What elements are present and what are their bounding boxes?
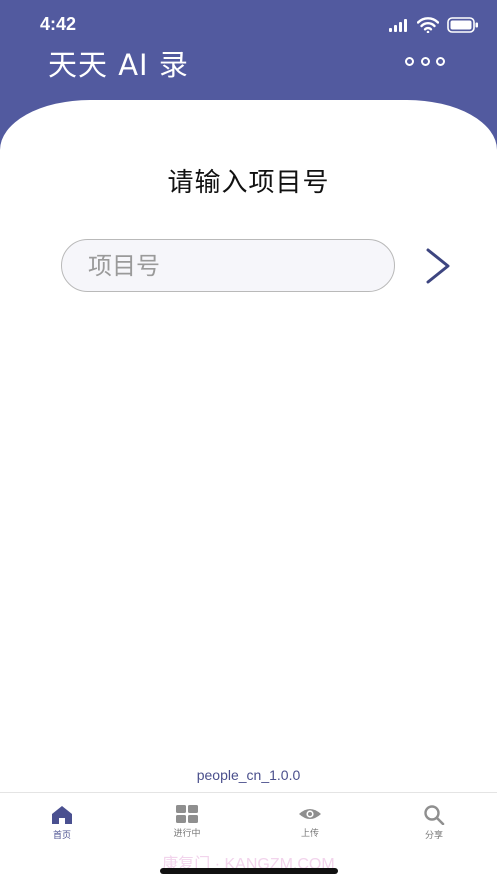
tab-share[interactable]: 分享 (394, 805, 474, 845)
status-bar: 4:42 (0, 0, 497, 48)
wifi-icon (417, 17, 439, 33)
page-prompt: 请输入项目号 (167, 168, 330, 198)
status-time: 4:42 (40, 14, 77, 34)
content-card (0, 100, 497, 792)
tab-in-progress[interactable]: 进行中 (147, 805, 227, 845)
project-number-input[interactable] (61, 239, 395, 292)
home-indicator (160, 868, 338, 874)
tab-upload[interactable]: 上传 (270, 805, 350, 845)
more-dot-icon (436, 56, 445, 66)
eye-icon (299, 809, 321, 819)
grid-icon (176, 805, 198, 823)
submit-button[interactable] (418, 244, 458, 288)
search-icon (424, 805, 445, 825)
home-icon (52, 806, 72, 824)
tab-home[interactable]: 首页 (22, 805, 102, 845)
tab-label: 上传 (300, 829, 319, 839)
app-title: 天天 AI 录 (48, 48, 189, 82)
tab-label: 进行中 (173, 829, 201, 839)
more-options-button[interactable] (405, 54, 445, 68)
signal-icon (389, 19, 407, 32)
chevron-right-icon (426, 248, 450, 284)
tab-label: 分享 (424, 831, 443, 841)
version-label: people_cn_1.0.0 (196, 767, 301, 783)
more-dot-icon (420, 56, 430, 66)
more-dot-icon (405, 56, 414, 66)
tab-label: 首页 (52, 831, 71, 841)
battery-icon (447, 17, 478, 33)
status-icons (389, 14, 479, 36)
